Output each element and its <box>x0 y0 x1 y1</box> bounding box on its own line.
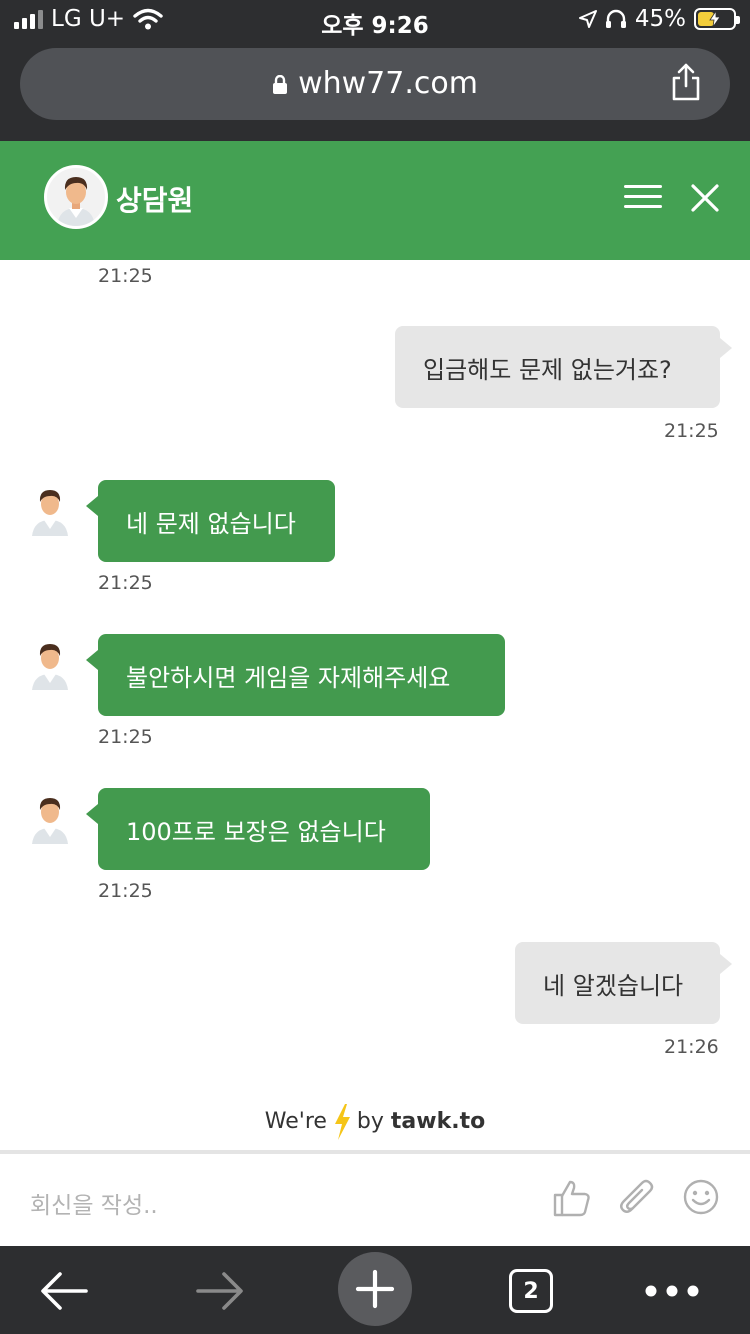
powered-middle: by <box>356 1109 384 1134</box>
bubble-tail <box>720 954 732 974</box>
paperclip-icon[interactable] <box>618 1178 658 1218</box>
composer <box>0 1150 750 1246</box>
menu-button[interactable] <box>624 181 662 211</box>
agent-avatar-small <box>32 798 68 844</box>
bubble-tail <box>86 804 98 824</box>
chat-header: 상담원 <box>0 141 750 260</box>
url-text: whw77.com <box>298 66 478 101</box>
status-right: 45% <box>578 6 740 32</box>
agent-message: 불안하시면 게임을 자제해주세요 <box>98 634 505 716</box>
agent-avatar <box>44 165 108 229</box>
message-timestamp: 21:25 <box>98 265 153 287</box>
message-timestamp: 21:26 <box>664 1036 719 1058</box>
bubble-tail <box>720 338 732 358</box>
arrow-left-icon <box>41 1272 88 1310</box>
more-button[interactable] <box>637 1256 707 1326</box>
lightning-icon <box>334 1104 350 1140</box>
plus-icon <box>355 1269 395 1309</box>
tawk-brand: tawk.to <box>390 1109 486 1134</box>
share-icon[interactable] <box>670 62 702 102</box>
status-bar: LG U+ 오후 9:26 45% <box>0 0 750 44</box>
agent-avatar-small <box>32 644 68 690</box>
agent-avatar-small <box>32 490 68 536</box>
url-display[interactable]: whw77.com <box>20 66 730 101</box>
browser-toolbar: 2 <box>0 1246 750 1334</box>
agent-message: 100프로 보장은 없습니다 <box>98 788 430 870</box>
reply-input[interactable] <box>28 1188 508 1224</box>
location-arrow-icon <box>578 10 597 28</box>
powered-prefix: We're <box>264 1109 327 1134</box>
message-timestamp: 21:25 <box>98 572 153 594</box>
lock-icon <box>273 74 288 94</box>
powered-by[interactable]: We're by tawk.to <box>0 1104 750 1140</box>
agent-name: 상담원 <box>116 184 194 217</box>
message-timestamp: 21:25 <box>98 726 153 748</box>
agent-message: 네 문제 없습니다 <box>98 480 335 562</box>
message-list[interactable]: 21:25 입금해도 문제 없는거죠? 21:25 네 문제 없습니다 21:2… <box>0 260 750 1150</box>
battery-icon <box>694 8 740 30</box>
tab-count: 2 <box>509 1269 553 1313</box>
close-icon[interactable] <box>688 181 722 215</box>
tabs-button[interactable]: 2 <box>496 1256 566 1326</box>
headphones-icon <box>605 9 626 28</box>
forward-button[interactable] <box>185 1256 255 1326</box>
new-tab-button[interactable] <box>338 1252 412 1326</box>
message-timestamp: 21:25 <box>664 420 719 442</box>
smiley-icon[interactable] <box>682 1178 720 1216</box>
message-timestamp: 21:25 <box>98 880 153 902</box>
visitor-message: 입금해도 문제 없는거죠? <box>395 326 720 408</box>
thumbs-up-icon[interactable] <box>552 1178 592 1218</box>
visitor-message: 네 알겠습니다 <box>515 942 720 1024</box>
more-dots-icon <box>645 1285 699 1297</box>
bubble-tail <box>86 650 98 670</box>
bubble-tail <box>86 496 98 516</box>
address-bar[interactable]: whw77.com <box>20 48 730 120</box>
browser-chrome: LG U+ 오후 9:26 45% whw77.com <box>0 0 750 141</box>
arrow-right-icon <box>196 1272 243 1310</box>
battery-percent: 45% <box>634 6 686 32</box>
back-button[interactable] <box>29 1256 99 1326</box>
